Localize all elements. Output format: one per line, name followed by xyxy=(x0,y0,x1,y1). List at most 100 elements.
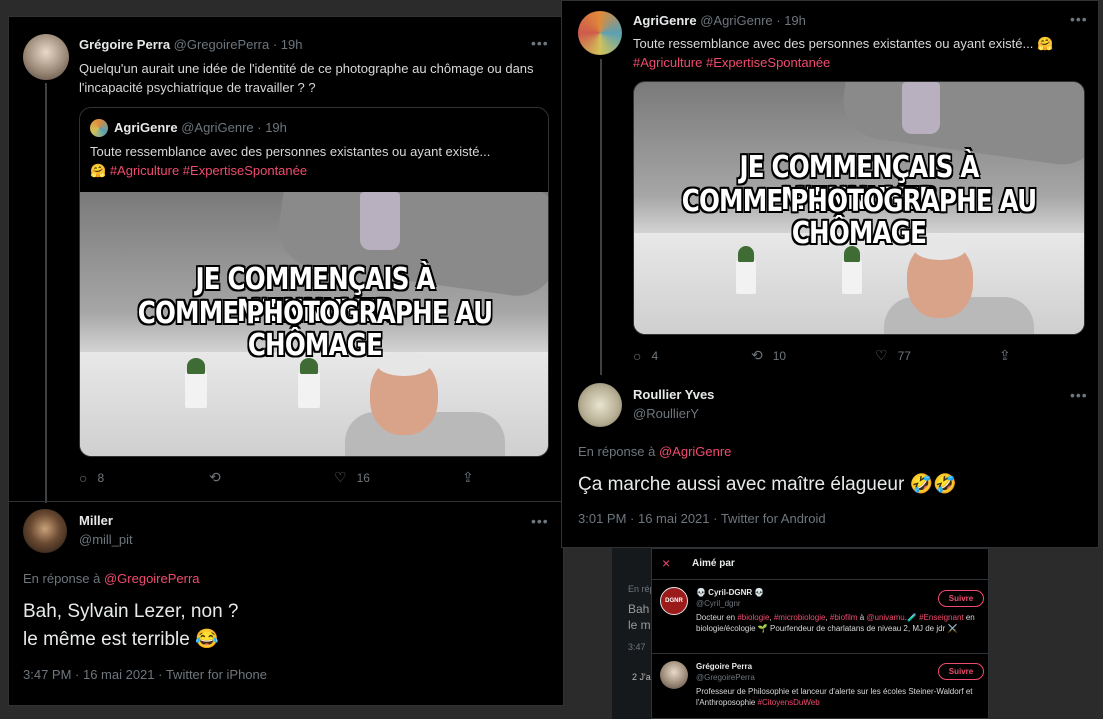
quoted-tweet-text: Toute ressemblance avec des personnes ex… xyxy=(90,144,491,159)
bg-fragment: 3:47 xyxy=(628,642,646,652)
person-face xyxy=(370,352,438,435)
like-button[interactable]: ♡ 77 xyxy=(875,347,999,364)
hashtags[interactable]: #Agriculture #ExpertiseSpontanée xyxy=(633,55,830,70)
reply-meta: 3:01 PM · 16 mai 2021 · Twitter for Andr… xyxy=(578,511,826,526)
plant xyxy=(185,358,207,408)
in-reply-link[interactable]: @GregoirePerra xyxy=(104,571,200,586)
quoted-author-handle: @AgriGenre · 19h xyxy=(181,120,287,135)
avatar-label: DGNR xyxy=(665,598,683,604)
more-icon[interactable]: ••• xyxy=(1070,387,1088,403)
hug-emoji: 🤗 xyxy=(90,163,107,178)
reply-author-name[interactable]: Miller xyxy=(79,513,113,528)
reply-text: Ça marche aussi avec maître élagueur 🤣🤣 xyxy=(578,474,957,495)
heart-icon: ♡ xyxy=(875,347,888,363)
like-count: 77 xyxy=(897,348,911,363)
heart-icon: ♡ xyxy=(334,469,347,485)
more-icon[interactable]: ••• xyxy=(531,35,549,51)
meme-caption-line2: COMME PHOTOGRAPHE AU CHÔMAGE xyxy=(681,184,1037,251)
bio-hashtag[interactable]: #CitoyensDuWeb xyxy=(758,698,820,707)
quoted-author-name: AgriGenre xyxy=(114,120,178,135)
bio-text: .🧪 xyxy=(904,613,920,622)
bio-hashtag[interactable]: #Enseignant xyxy=(919,613,963,622)
more-icon[interactable]: ••• xyxy=(531,513,549,529)
reply-button[interactable]: ○ 4 xyxy=(633,347,751,364)
like-count: 16 xyxy=(356,470,370,485)
avatar xyxy=(90,119,108,137)
mug xyxy=(360,192,400,250)
thread-line xyxy=(45,83,47,503)
more-icon[interactable]: ••• xyxy=(1070,11,1088,27)
retweet-icon: ⟲ xyxy=(751,347,763,363)
mug xyxy=(902,82,940,134)
avatar[interactable]: DGNR xyxy=(660,587,688,615)
reply-author-name[interactable]: Roullier Yves xyxy=(633,387,714,402)
avatar[interactable] xyxy=(23,509,67,553)
reply-button[interactable]: ○ 8 xyxy=(79,469,209,486)
thread-line xyxy=(600,59,602,375)
meme-caption-line2: COMME PHOTOGRAPHE AU CHÔMAGE xyxy=(137,296,493,363)
tweet-actions: ○ 4 ⟲ 10 ♡ 77 ⇪ xyxy=(633,347,1073,364)
reply-text-line2: le même est terrible 😂 xyxy=(23,629,219,650)
bio-mention[interactable]: @univamu xyxy=(866,613,904,622)
reply-count: 4 xyxy=(651,348,659,363)
retweet-button[interactable]: ⟲ 10 xyxy=(751,347,875,364)
follow-button[interactable]: Suivre xyxy=(938,663,984,680)
bio-hashtag[interactable]: #microbiologie xyxy=(774,613,826,622)
user-handle: @GregoirePerra xyxy=(696,673,755,682)
author-handle: @AgriGenre · 19h xyxy=(700,13,806,28)
avatar[interactable] xyxy=(578,11,622,55)
user-handle: @Cyril_dgnr xyxy=(696,599,741,608)
divider xyxy=(652,653,988,654)
bio-hashtag[interactable]: #biofilm xyxy=(830,613,858,622)
quoted-tweet[interactable]: AgriGenre @AgriGenre · 19h Toute ressemb… xyxy=(79,107,549,457)
reply-meta: 3:47 PM · 16 mai 2021 · Twitter for iPho… xyxy=(23,667,267,682)
avatar[interactable] xyxy=(578,383,622,427)
reply-count: 8 xyxy=(97,470,105,485)
reply-author-handle: @mill_pit xyxy=(79,532,133,547)
reply-author-handle: @RoullierY xyxy=(633,406,699,421)
bg-fragment: 2 J'a xyxy=(632,672,651,682)
liked-by-dialog: × Aimé par DGNR 💀 Cyril-DGNR 💀 @Cyril_dg… xyxy=(651,548,989,719)
user-bio: Docteur en #biologie, #microbiologie, #b… xyxy=(696,612,976,634)
in-reply-link[interactable]: @AgriGenre xyxy=(659,444,731,459)
author-handle: @GregoirePerra · 19h xyxy=(173,37,303,52)
follow-button[interactable]: Suivre xyxy=(938,590,984,607)
plant xyxy=(298,358,320,408)
dialog-title: Aimé par xyxy=(692,558,735,569)
right-tweet-panel: AgriGenre @AgriGenre · 19h ••• Toute res… xyxy=(561,0,1099,548)
reply-text-line1: Bah, Sylvain Lezer, non ? xyxy=(23,601,239,622)
avatar[interactable] xyxy=(23,34,69,80)
close-icon[interactable]: × xyxy=(662,555,670,571)
share-icon: ⇪ xyxy=(999,347,1011,363)
retweet-count: 10 xyxy=(772,348,787,363)
share-button[interactable]: ⇪ xyxy=(999,347,1021,364)
bio-text: Professeur de Philosophie et lanceur d'a… xyxy=(696,687,973,707)
retweet-icon: ⟲ xyxy=(209,469,221,485)
person-face xyxy=(907,237,973,318)
user-name[interactable]: Grégoire Perra xyxy=(696,662,752,671)
like-button[interactable]: ♡ 16 xyxy=(334,469,462,486)
tweet-text: Toute ressemblance avec des personnes ex… xyxy=(633,36,1034,51)
reply-icon: ○ xyxy=(79,469,88,486)
user-bio: Professeur de Philosophie et lanceur d'a… xyxy=(696,686,976,708)
hashtags[interactable]: #Agriculture #ExpertiseSpontanée xyxy=(110,163,307,178)
avatar[interactable] xyxy=(660,661,688,689)
plant xyxy=(736,246,756,294)
tweet-text: Quelqu'un aurait une idée de l'identité … xyxy=(79,61,534,95)
bio-hashtag[interactable]: #biologie xyxy=(737,613,769,622)
divider xyxy=(9,501,563,502)
author-name[interactable]: AgriGenre xyxy=(633,13,697,28)
hug-emoji: 🤗 xyxy=(1036,36,1054,51)
plant xyxy=(842,246,862,294)
in-reply-prefix: En réponse à xyxy=(578,444,656,459)
tweet-actions: ○ 8 ⟲ ♡ 16 ⇪ xyxy=(79,469,519,486)
reply-icon: ○ xyxy=(633,347,642,364)
author-name[interactable]: Grégoire Perra xyxy=(79,37,170,52)
meme-image[interactable]: JE COMMENÇAIS À M'ENNUYER COMME PHOTOGRA… xyxy=(633,81,1085,335)
bg-fragment: Bah xyxy=(628,602,650,616)
user-name[interactable]: 💀 Cyril-DGNR 💀 xyxy=(696,588,764,597)
in-reply-prefix: En réponse à xyxy=(23,571,101,586)
share-button[interactable]: ⇪ xyxy=(462,469,484,486)
retweet-button[interactable]: ⟲ xyxy=(209,469,334,486)
meme-image[interactable]: JE COMMENÇAIS À M'ENNUYER COMME PHOTOGRA… xyxy=(80,192,548,456)
